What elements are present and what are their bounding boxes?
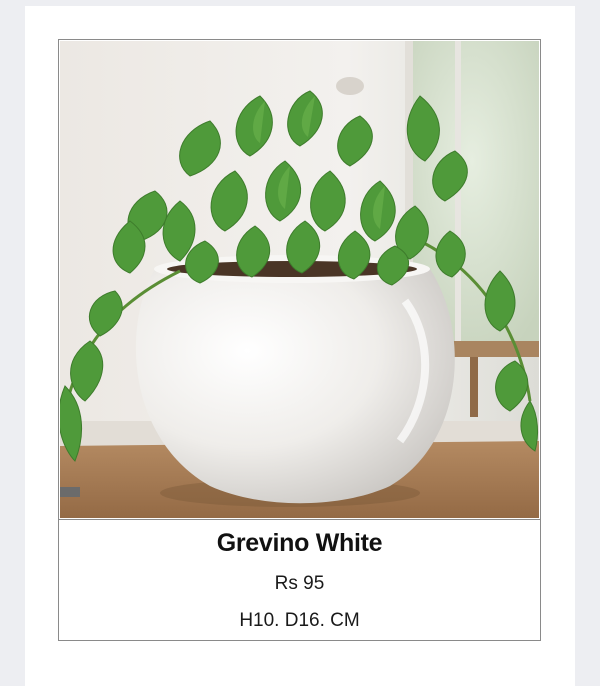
product-price: Rs 95 — [274, 573, 325, 594]
product-name: Grevino White — [216, 529, 383, 557]
product-dimensions: H10. D16. CM — [239, 610, 360, 631]
potted-plant-illustration — [60, 41, 539, 518]
product-photo — [60, 41, 539, 518]
catalog-page: Grevino White Rs 95 H10. D16. CM — [25, 6, 575, 686]
product-card[interactable]: Grevino White Rs 95 H10. D16. CM — [58, 39, 541, 641]
photo-divider — [59, 519, 540, 520]
